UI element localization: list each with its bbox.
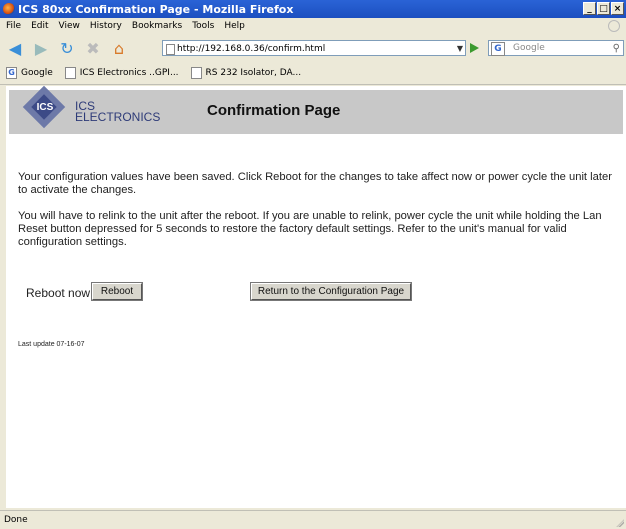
logo-abbrev: ICS [36, 102, 54, 113]
navigation-toolbar: ◀ ▶ ↻ ✖ ⌂ http://192.168.0.36/confirm.ht… [0, 34, 626, 62]
activity-throbber-icon [608, 20, 620, 32]
bookmarks-toolbar: G Google ICS Electronics ..GPI... RS 232… [0, 62, 626, 85]
home-icon[interactable]: ⌂ [108, 37, 130, 59]
url-text: http://192.168.0.36/confirm.html [177, 44, 326, 54]
status-bar: Done [0, 510, 626, 529]
reboot-button[interactable]: Reboot [91, 282, 143, 301]
page-content: ICS ICS ELECTRONICS Confirmation Page Yo… [6, 85, 626, 508]
window-titlebar: ICS 80xx Confirmation Page - Mozilla Fir… [0, 0, 626, 18]
logo-text: ICS ELECTRONICS [75, 100, 161, 124]
bookmark-label: ICS Electronics ..GPI... [79, 68, 179, 78]
bookmark-rs232-isolator[interactable]: RS 232 Isolator, DA... [190, 67, 302, 79]
bookmark-label: RS 232 Isolator, DA... [205, 68, 302, 78]
page-header: ICS ICS ELECTRONICS Confirmation Page [9, 85, 623, 134]
page-icon [64, 67, 76, 79]
bookmark-ics-electronics[interactable]: ICS Electronics ..GPI... [64, 67, 179, 79]
relink-instructions: You will have to relink to the unit afte… [18, 210, 602, 248]
search-input[interactable]: G Google ⚲ [488, 40, 624, 56]
menu-bookmarks[interactable]: Bookmarks [132, 21, 182, 31]
page-icon [190, 67, 202, 79]
search-placeholder: Google [513, 43, 545, 53]
bookmark-google[interactable]: G Google [6, 67, 53, 79]
url-bar[interactable]: http://192.168.0.36/confirm.html ▼ [162, 40, 466, 56]
page-icon [166, 44, 175, 55]
minimize-button[interactable]: _ [583, 2, 596, 15]
window-title: ICS 80xx Confirmation Page - Mozilla Fir… [18, 2, 294, 16]
go-icon[interactable] [470, 43, 479, 53]
menu-file[interactable]: File [6, 21, 21, 31]
search-engine-icon[interactable]: G [491, 42, 505, 56]
menu-view[interactable]: View [59, 21, 80, 31]
firefox-icon [3, 3, 15, 15]
forward-arrow-icon[interactable]: ▶ [30, 37, 52, 59]
confirmation-text: Your configuration values have been save… [18, 171, 612, 196]
menu-tools[interactable]: Tools [192, 21, 214, 31]
logo-line2: ELECTRONICS [75, 110, 161, 124]
reboot-label: Reboot now [26, 286, 91, 300]
resize-grip-icon[interactable] [616, 519, 624, 527]
menu-edit[interactable]: Edit [31, 21, 48, 31]
menu-history[interactable]: History [90, 21, 122, 31]
search-icon[interactable]: ⚲ [613, 42, 620, 56]
status-text: Done [4, 515, 28, 525]
bookmark-label: Google [21, 68, 53, 78]
page-title: Confirmation Page [207, 102, 341, 119]
back-arrow-icon[interactable]: ◀ [4, 37, 26, 59]
url-dropdown-icon[interactable]: ▼ [457, 41, 463, 57]
close-button[interactable]: × [611, 2, 624, 15]
menu-bar: File Edit View History Bookmarks Tools H… [0, 18, 626, 34]
google-icon: G [6, 67, 17, 79]
maximize-button[interactable]: □ [597, 2, 610, 15]
stop-icon[interactable]: ✖ [82, 37, 104, 59]
last-update: Last update 07-16-07 [18, 341, 85, 348]
menu-help[interactable]: Help [224, 21, 245, 31]
return-to-configuration-button[interactable]: Return to the Configuration Page [250, 282, 412, 301]
reload-icon[interactable]: ↻ [56, 37, 78, 59]
